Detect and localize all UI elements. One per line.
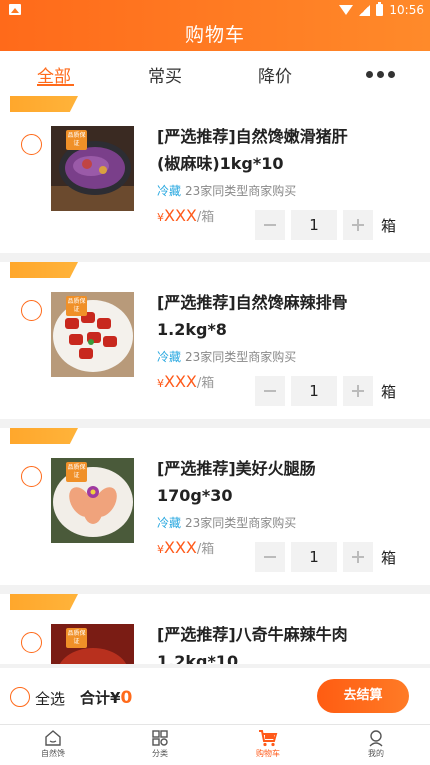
item-checkbox[interactable] — [21, 134, 42, 155]
tab-frequent[interactable]: 常买 — [148, 62, 182, 87]
quantity-unit: 箱 — [381, 548, 397, 567]
product-image[interactable]: 品质保证 — [51, 624, 134, 664]
category-icon — [152, 730, 168, 746]
quantity-input[interactable]: 1 — [291, 542, 337, 572]
decrease-button[interactable] — [255, 376, 285, 406]
select-all-label[interactable]: 全选 — [35, 688, 65, 709]
cart-list[interactable]: 品质保证 [严选推荐]自然馋嫩滑猪肝 (椒麻味)1kg*10 冷藏 23家同类型商… — [0, 96, 430, 664]
item-ribbon — [10, 594, 78, 610]
wifi-icon — [339, 5, 354, 15]
app-header: 10:56 购物车 — [0, 0, 430, 51]
quantity-stepper: 1 箱 — [255, 542, 396, 572]
quality-badge: 品质保证 — [66, 462, 87, 482]
page-title: 购物车 — [184, 24, 245, 46]
increase-button[interactable] — [343, 376, 373, 406]
buyers-count: 23家同类型商家购买 — [185, 516, 297, 530]
quality-badge: 品质保证 — [66, 130, 87, 150]
tab-price-drop[interactable]: 降价 — [258, 62, 292, 87]
total-price: 合计¥0 — [80, 688, 133, 708]
quality-badge: 品质保证 — [66, 628, 87, 648]
quantity-unit: 箱 — [381, 216, 397, 235]
product-name[interactable]: [严选推荐]自然馋嫩滑猪肝 (椒麻味)1kg*10 — [157, 123, 407, 177]
checkout-button[interactable]: 去结算 — [317, 679, 409, 713]
cart-item: 品质保证 [严选推荐]自然馋嫩滑猪肝 (椒麻味)1kg*10 冷藏 23家同类型商… — [0, 96, 430, 253]
item-ribbon — [10, 428, 78, 444]
buyers-count: 23家同类型商家购买 — [185, 350, 297, 364]
storage-tag: 冷藏 — [157, 516, 182, 530]
status-time: 10:56 — [389, 3, 424, 17]
nav-cart[interactable]: 购物车 — [238, 727, 298, 759]
quantity-stepper: 1 箱 — [255, 376, 396, 406]
more-icon[interactable] — [366, 71, 395, 78]
profile-icon — [369, 730, 383, 747]
item-checkbox[interactable] — [21, 300, 42, 321]
active-tab-indicator — [37, 84, 74, 86]
item-checkbox[interactable] — [21, 632, 42, 653]
nav-profile[interactable]: 我的 — [346, 727, 406, 759]
item-checkbox[interactable] — [21, 466, 42, 487]
filter-tabs: 全部 常买 降价 — [0, 51, 430, 96]
increase-button[interactable] — [343, 542, 373, 572]
product-image[interactable]: 品质保证 — [51, 126, 134, 211]
storage-tag: 冷藏 — [157, 184, 182, 198]
signal-icon — [359, 4, 371, 16]
quantity-unit: 箱 — [381, 382, 397, 401]
product-price: ¥XXX/箱 — [157, 372, 215, 391]
quantity-input[interactable]: 1 — [291, 210, 337, 240]
checkout-bar: 全选 合计¥0 去结算 — [0, 668, 430, 724]
bottom-nav: 自然馋 分类 购物车 我的 — [0, 724, 430, 765]
status-icons: 10:56 — [339, 2, 424, 18]
quality-badge: 品质保证 — [66, 296, 87, 316]
cart-icon — [259, 730, 278, 747]
item-ribbon — [10, 96, 78, 112]
product-name[interactable]: [严选推荐]八奇牛麻辣牛肉 1.2kg*10 — [157, 621, 407, 664]
buyers-count: 23家同类型商家购买 — [185, 184, 297, 198]
product-name[interactable]: [严选推荐]美好火腿肠 170g*30 — [157, 455, 407, 509]
home-icon — [45, 730, 61, 746]
product-image[interactable]: 品质保证 — [51, 458, 134, 543]
cart-item: 品质保证 [严选推荐]八奇牛麻辣牛肉 1.2kg*10 — [0, 594, 430, 664]
nav-category[interactable]: 分类 — [130, 727, 190, 759]
quantity-stepper: 1 箱 — [255, 210, 396, 240]
product-price: ¥XXX/箱 — [157, 206, 215, 225]
photo-notification-icon — [9, 4, 21, 15]
status-bar: 10:56 — [0, 0, 430, 20]
select-all-checkbox[interactable] — [10, 687, 30, 707]
decrease-button[interactable] — [255, 210, 285, 240]
nav-home[interactable]: 自然馋 — [23, 727, 83, 759]
product-price: ¥XXX/箱 — [157, 538, 215, 557]
cart-item: 品质保证 [严选推荐]美好火腿肠 170g*30 冷藏 23家同类型商家购买 ¥X… — [0, 428, 430, 585]
battery-icon — [376, 2, 384, 16]
product-image[interactable]: 品质保证 — [51, 292, 134, 377]
item-ribbon — [10, 262, 78, 278]
storage-tag: 冷藏 — [157, 350, 182, 364]
product-name[interactable]: [严选推荐]自然馋麻辣排骨 1.2kg*8 — [157, 289, 407, 343]
cart-item: 品质保证 [严选推荐]自然馋麻辣排骨 1.2kg*8 冷藏 23家同类型商家购买 … — [0, 262, 430, 419]
decrease-button[interactable] — [255, 542, 285, 572]
increase-button[interactable] — [343, 210, 373, 240]
quantity-input[interactable]: 1 — [291, 376, 337, 406]
